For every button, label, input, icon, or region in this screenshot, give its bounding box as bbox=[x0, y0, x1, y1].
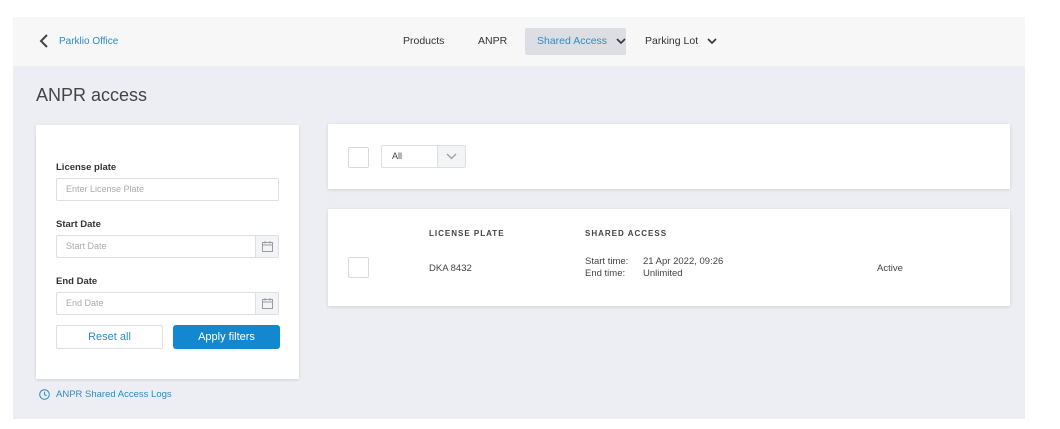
nav-parking-lot-label: Parking Lot bbox=[645, 35, 699, 47]
back-link-label: Parklio Office bbox=[59, 35, 119, 47]
status-filter-select[interactable]: All bbox=[381, 145, 466, 168]
chevron-down-icon bbox=[707, 38, 717, 44]
filter-panel: License plate Enter License Plate Start … bbox=[36, 125, 299, 379]
start-date-placeholder: Start Date bbox=[66, 241, 107, 251]
nav-parking-lot[interactable]: Parking Lot bbox=[645, 28, 717, 55]
chevron-down-icon bbox=[616, 38, 626, 44]
nav-anpr[interactable]: ANPR bbox=[478, 28, 507, 55]
shared-access-logs-link[interactable]: ANPR Shared Access Logs bbox=[39, 389, 172, 400]
end-time-label: End time: bbox=[585, 268, 626, 279]
clock-icon bbox=[39, 389, 50, 400]
calendar-icon bbox=[261, 298, 273, 309]
select-all-checkbox[interactable] bbox=[348, 147, 369, 168]
shared-access-logs-label: ANPR Shared Access Logs bbox=[56, 389, 172, 400]
reset-all-button[interactable]: Reset all bbox=[56, 325, 163, 349]
column-header-license-plate: LICENSE PLATE bbox=[429, 229, 505, 238]
top-bar: Parklio Office Products ANPR Shared Acce… bbox=[13, 17, 1025, 66]
nav-products[interactable]: Products bbox=[403, 28, 444, 55]
calendar-button[interactable] bbox=[255, 293, 278, 314]
access-table: LICENSE PLATE SHARED ACCESS DKA 8432 Sta… bbox=[328, 209, 1010, 306]
chevron-left-icon bbox=[39, 34, 48, 48]
nav-products-label: Products bbox=[403, 35, 445, 47]
calendar-button[interactable] bbox=[255, 236, 278, 257]
license-plate-input[interactable]: Enter License Plate bbox=[56, 178, 279, 201]
end-time-value: Unlimited bbox=[643, 268, 683, 279]
row-shared-access: Start time: 21 Apr 2022, 09:26 End time:… bbox=[585, 256, 723, 280]
end-date-label: End Date bbox=[56, 276, 98, 287]
apply-filters-button[interactable]: Apply filters bbox=[173, 325, 280, 349]
start-date-input[interactable]: Start Date bbox=[56, 235, 279, 258]
row-checkbox[interactable] bbox=[348, 257, 369, 278]
nav-shared-access-label: Shared Access bbox=[537, 35, 608, 47]
end-date-input[interactable]: End Date bbox=[56, 292, 279, 315]
nav-anpr-label: ANPR bbox=[478, 35, 508, 47]
status-filter-value: All bbox=[392, 151, 403, 161]
back-link[interactable]: Parklio Office bbox=[39, 33, 118, 49]
nav-shared-access[interactable]: Shared Access bbox=[525, 28, 626, 55]
row-license-plate: DKA 8432 bbox=[429, 263, 472, 274]
start-time-label: Start time: bbox=[585, 256, 629, 267]
start-date-label: Start Date bbox=[56, 219, 101, 230]
calendar-icon bbox=[261, 241, 273, 252]
end-date-placeholder: End Date bbox=[66, 298, 104, 308]
page-title: ANPR access bbox=[36, 85, 148, 105]
app-shell: Parklio Office Products ANPR Shared Acce… bbox=[13, 17, 1025, 419]
select-arrow bbox=[437, 146, 465, 167]
start-time-value: 21 Apr 2022, 09:26 bbox=[643, 256, 724, 267]
row-status: Active bbox=[877, 263, 903, 274]
chevron-down-icon bbox=[446, 153, 457, 160]
column-header-shared-access: SHARED ACCESS bbox=[585, 229, 668, 238]
license-plate-label: License plate bbox=[56, 162, 117, 173]
table-toolbar: All bbox=[328, 124, 1010, 189]
